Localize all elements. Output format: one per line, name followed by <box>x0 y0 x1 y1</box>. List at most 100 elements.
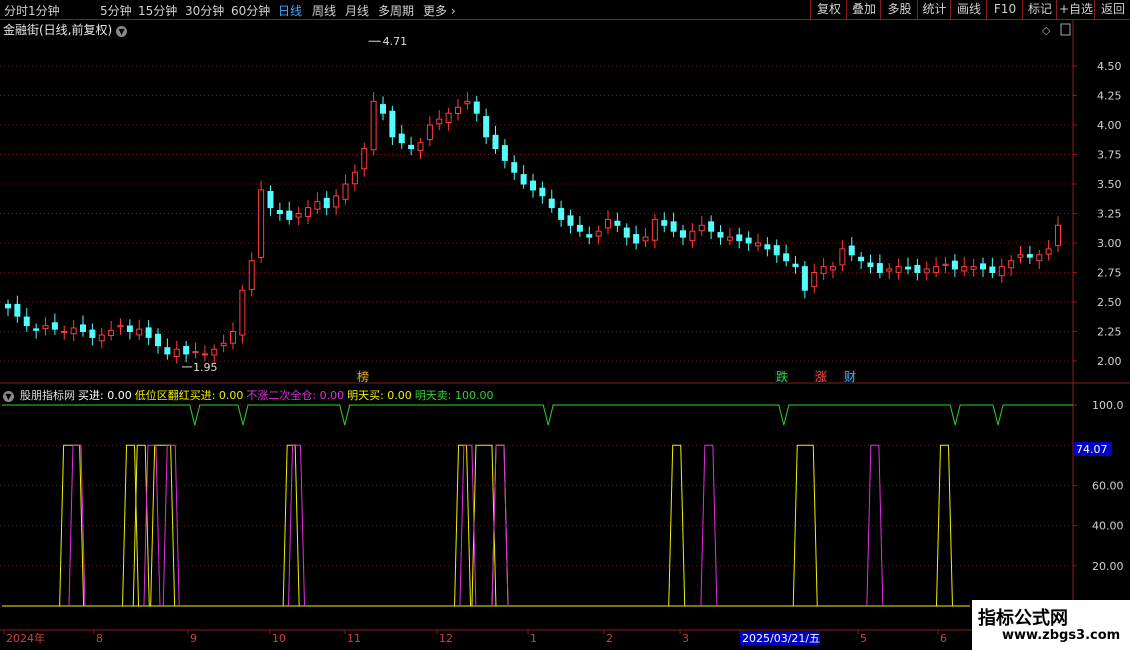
candle-body <box>239 289 246 336</box>
candle-body <box>586 234 593 238</box>
period-tab-8[interactable]: 月线 <box>345 2 369 19</box>
candle-body <box>211 348 218 356</box>
toolbar-button-6[interactable]: 标记 <box>1022 0 1057 19</box>
candle-body <box>951 260 958 270</box>
candle-body <box>933 266 940 273</box>
event-marker: 跌 <box>776 369 788 384</box>
full-position-pulse <box>491 444 509 607</box>
full-position-pulse <box>459 444 477 607</box>
candle-body <box>914 264 921 273</box>
candle-body <box>342 183 349 200</box>
time-label: 9 <box>190 632 197 645</box>
candle-body <box>89 329 96 338</box>
period-tab-10[interactable]: 更多 › <box>423 2 456 19</box>
indicator-item-0: 买进: 0.00 <box>78 389 132 402</box>
buy-pulse <box>122 444 140 607</box>
price-tick-label: 4.00 <box>1097 119 1122 132</box>
period-tab-3[interactable]: 15分钟 <box>138 2 177 19</box>
toolbar-button-2[interactable]: 多股 <box>880 0 918 19</box>
toolbar-button-3[interactable]: 统计 <box>917 0 951 19</box>
time-label: 6 <box>940 632 947 645</box>
candle-body <box>426 124 433 141</box>
candle-body <box>773 245 780 256</box>
candle-body <box>717 232 724 238</box>
panel-toggle-icon <box>1060 23 1071 36</box>
full-position-pulse <box>162 444 180 607</box>
indicator-item-2: 不涨二次全仓: 0.00 <box>246 389 345 402</box>
candle-body <box>989 266 996 273</box>
candle-body <box>576 224 583 232</box>
candle-body <box>305 207 311 217</box>
full-position-pulse <box>700 444 718 607</box>
candle-body <box>689 230 696 242</box>
toolbar-button-1[interactable]: 叠加 <box>846 0 881 19</box>
price-tick-label: 3.75 <box>1097 149 1122 162</box>
candle-body <box>80 324 86 333</box>
price-tick-label: 2.00 <box>1097 355 1122 368</box>
period-tab-1[interactable]: 1分钟 <box>28 2 60 19</box>
candle-body <box>323 197 330 209</box>
candle-body <box>248 260 255 290</box>
candle-body <box>1008 260 1015 269</box>
toolbar-button-0[interactable]: 复权 <box>810 0 847 19</box>
stock-title[interactable]: 金融街(日线,前复权) ▼ <box>3 21 128 38</box>
indicator-tick-label: 20.00 <box>1092 560 1124 573</box>
candle-body <box>333 195 340 208</box>
high-price-label: 4.71 <box>383 35 408 48</box>
toolbar-button-8[interactable]: 返回 <box>1094 0 1130 19</box>
full-position-pulse <box>866 444 884 607</box>
candle-body <box>820 266 827 274</box>
candle-body <box>492 134 499 150</box>
candle-body <box>520 174 527 185</box>
candle-body <box>848 245 855 256</box>
chevron-down-icon[interactable]: ▼ <box>116 26 128 37</box>
time-label: 12 <box>439 632 453 645</box>
price-tick-label: 2.50 <box>1097 296 1122 309</box>
candle-body <box>192 351 199 354</box>
candle-body <box>942 263 949 266</box>
candle-body <box>445 112 452 124</box>
current-value-label: 74.07 <box>1076 443 1108 456</box>
candle-body <box>970 266 977 270</box>
buy-pulse <box>471 444 497 607</box>
candle-body <box>961 266 968 272</box>
candle-body <box>389 110 396 138</box>
time-label: 3 <box>682 632 689 645</box>
price-tick-label: 4.25 <box>1097 90 1122 103</box>
candle-body <box>895 266 902 273</box>
candle-body <box>483 116 490 138</box>
time-label: 2024年 <box>6 631 45 645</box>
candle-body <box>361 148 368 170</box>
period-tab-2[interactable]: 5分钟 <box>100 2 132 19</box>
watermark-title: 指标公式网 <box>978 608 1068 629</box>
watermark-url: www.zbgs3.com <box>1002 628 1121 643</box>
period-tab-9[interactable]: 多周期 <box>378 2 414 19</box>
candle-body <box>267 191 274 209</box>
candle-body <box>614 220 621 226</box>
candle-body <box>633 234 640 244</box>
price-tick-label: 3.25 <box>1097 208 1122 221</box>
candle-body <box>905 266 911 270</box>
candle-body <box>145 327 152 338</box>
buy-pulse <box>491 444 509 607</box>
candle-body <box>126 325 133 333</box>
candle-body <box>876 263 883 273</box>
buy-pulse <box>282 444 300 607</box>
candle-body <box>558 207 565 220</box>
indicator-name[interactable]: 股朋指标网 <box>20 389 75 402</box>
period-tab-7[interactable]: 周线 <box>312 2 336 19</box>
candle-body <box>61 331 68 333</box>
period-tab-4[interactable]: 30分钟 <box>185 2 224 19</box>
period-tab-5[interactable]: 60分钟 <box>231 2 270 19</box>
toolbar-button-5[interactable]: F10 <box>986 0 1023 19</box>
candle-body <box>764 244 771 250</box>
period-tab-6[interactable]: 日线 <box>278 2 302 19</box>
toolbar-button-7[interactable]: +自选 <box>1056 0 1095 19</box>
candle-body <box>258 189 265 258</box>
price-tick-label: 2.75 <box>1097 267 1122 280</box>
period-tab-0[interactable]: 分时 <box>4 2 28 19</box>
chevron-down-icon[interactable]: ▼ <box>3 391 14 402</box>
candle-body <box>380 104 386 114</box>
candle-body <box>98 334 105 342</box>
toolbar-button-4[interactable]: 画线 <box>950 0 987 19</box>
